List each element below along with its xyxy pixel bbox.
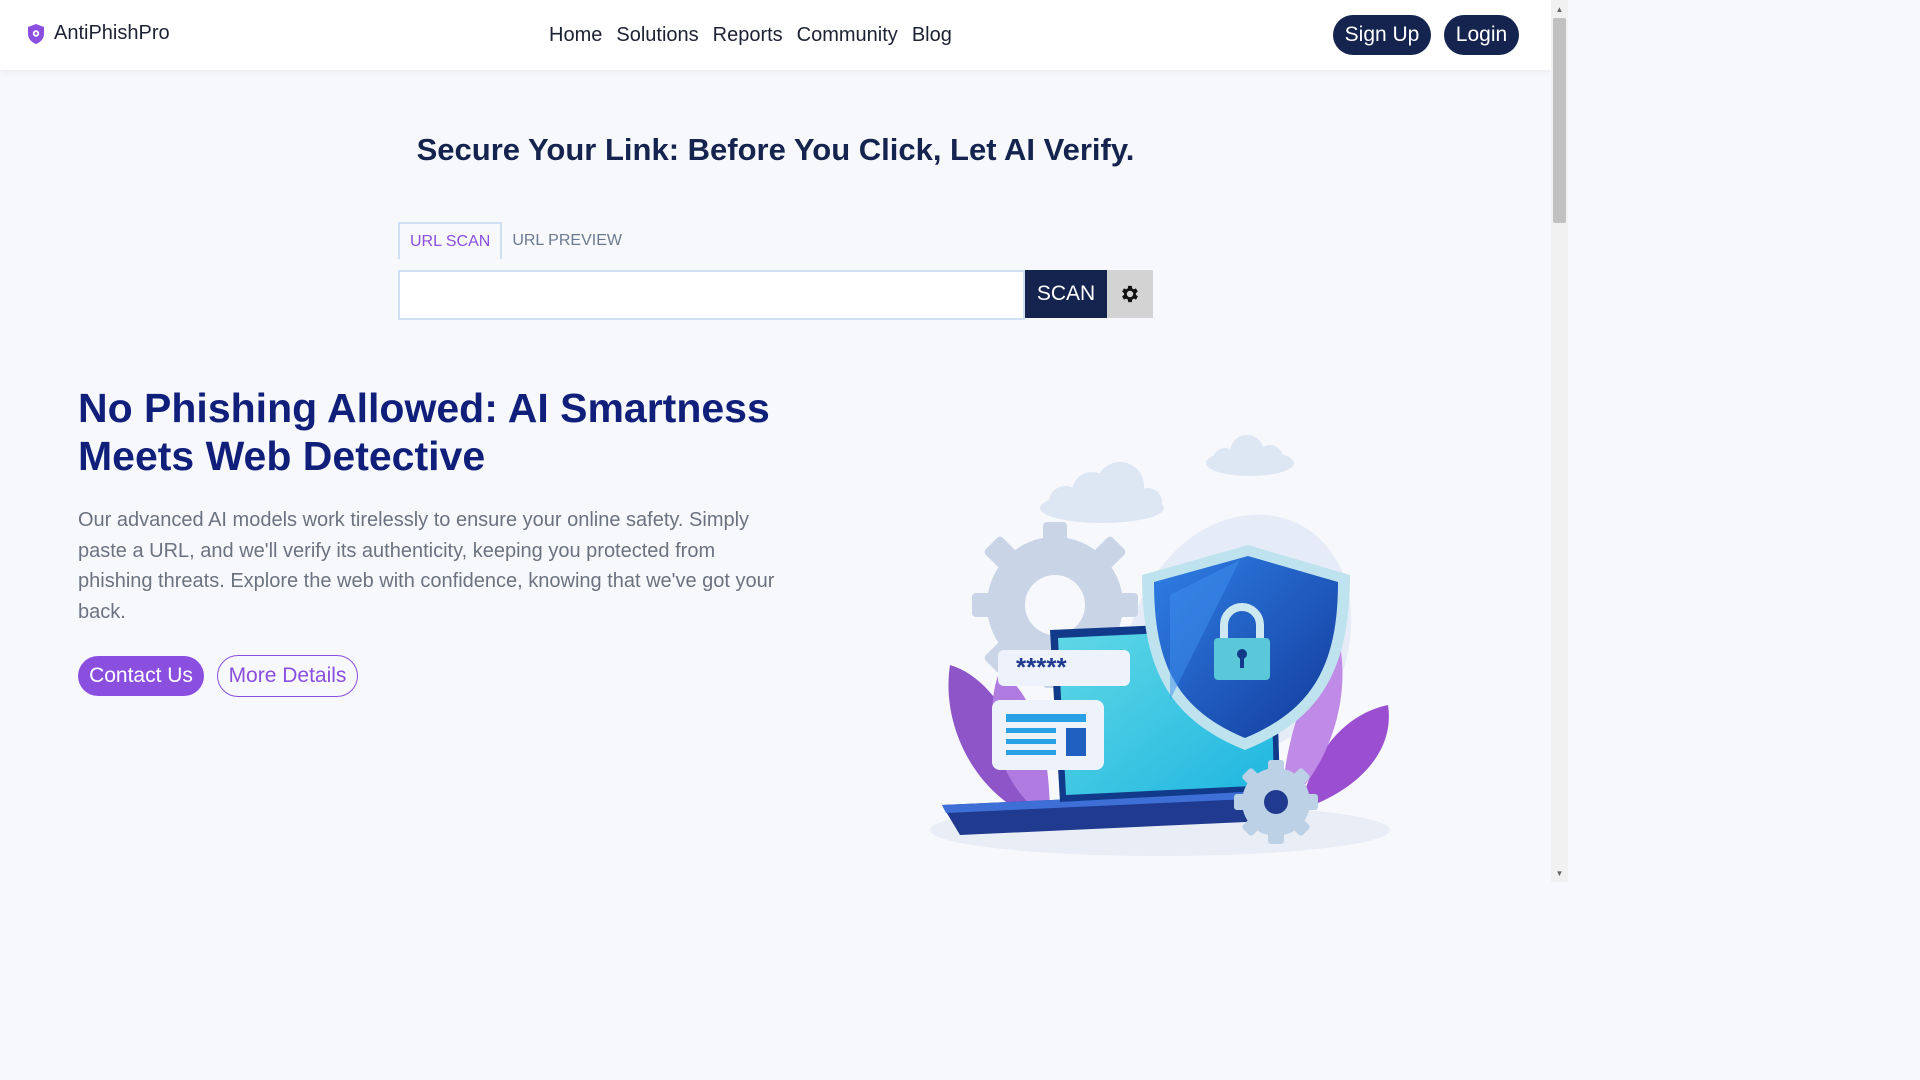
scan-button[interactable]: SCAN	[1025, 270, 1107, 318]
password-card: *****	[998, 650, 1130, 686]
main-nav: Home Solutions Reports Community Blog	[549, 24, 952, 47]
tab-url-scan[interactable]: URL SCAN	[398, 222, 503, 259]
password-mask: *****	[1016, 652, 1067, 682]
settings-button[interactable]	[1107, 270, 1153, 318]
gear-icon	[1234, 760, 1318, 844]
navbar: AntiPhishPro Home Solutions Reports Comm…	[0, 0, 1551, 70]
nav-community[interactable]: Community	[797, 24, 898, 47]
shield-icon	[28, 23, 44, 44]
signup-button[interactable]: Sign Up	[1333, 15, 1431, 55]
tab-url-preview[interactable]: URL PREVIEW	[502, 222, 632, 259]
brand-link[interactable]: AntiPhishPro	[26, 22, 170, 45]
cloud-icon	[1206, 435, 1294, 476]
nav-solutions[interactable]: Solutions	[616, 24, 698, 47]
security-illustration: *****	[930, 435, 1390, 856]
more-details-button[interactable]: More Details	[217, 655, 358, 697]
hero-tagline: Secure Your Link: Before You Click, Let …	[416, 132, 1135, 167]
scroll-up-arrow-icon[interactable]: ▲	[1553, 2, 1566, 16]
url-input[interactable]	[398, 270, 1025, 320]
scan-tabs: URL SCAN URL PREVIEW	[398, 222, 632, 259]
brand-name: AntiPhishPro	[54, 22, 170, 44]
headline-line-2: Meets Web Detective	[78, 433, 486, 479]
document-card	[992, 700, 1104, 770]
intro-description: Our advanced AI models work tirelessly t…	[78, 509, 775, 623]
scroll-down-arrow-icon[interactable]: ▼	[1553, 866, 1566, 880]
cloud-icon	[1040, 462, 1164, 523]
scrollbar-thumb[interactable]	[1553, 18, 1566, 223]
nav-home[interactable]: Home	[549, 24, 602, 47]
gear-icon	[1122, 285, 1138, 303]
nav-reports[interactable]: Reports	[713, 24, 783, 47]
contact-us-button[interactable]: Contact Us	[78, 656, 204, 696]
nav-blog[interactable]: Blog	[912, 24, 952, 47]
headline-line-1: No Phishing Allowed: AI Smartness	[78, 385, 770, 431]
login-button[interactable]: Login	[1444, 15, 1519, 55]
headline: No Phishing Allowed: AI Smartness Meets …	[78, 384, 798, 480]
